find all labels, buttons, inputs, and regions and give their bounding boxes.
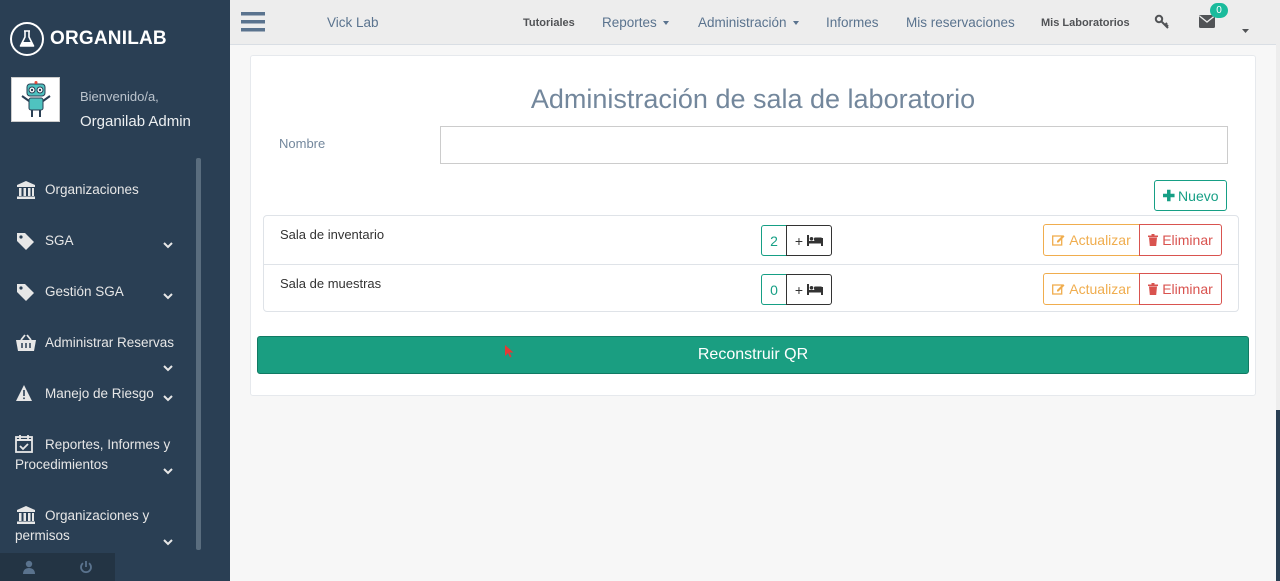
edit-icon — [1052, 235, 1065, 246]
nav-administracion[interactable]: Administración — [698, 15, 799, 30]
institution-icon — [15, 180, 37, 200]
chevron-down-icon — [163, 361, 173, 372]
add-bed-button[interactable]: + — [786, 225, 832, 256]
nav-informes[interactable]: Informes — [826, 15, 879, 30]
window-edge-top — [1276, 0, 1280, 410]
sidebar: ORGANILAB Bienvenido/a, Organilab Admin … — [0, 0, 230, 581]
delete-button[interactable]: Eliminar — [1139, 273, 1222, 305]
plus-icon: ✚ — [1162, 187, 1176, 205]
flask-icon — [10, 21, 44, 56]
sidebar-item-label: SGA — [45, 233, 74, 248]
room-count[interactable]: 2 — [761, 225, 787, 256]
tags-icon — [15, 231, 37, 251]
caret-down-icon — [662, 21, 669, 26]
sidebar-item-organizaciones-permisos[interactable]: Organizaciones y permisos — [0, 506, 190, 550]
power-icon[interactable] — [57, 553, 114, 581]
new-button[interactable]: ✚ Nuevo — [1154, 180, 1227, 211]
sidebar-item-manejo-riesgo[interactable]: Manejo de Riesgo — [0, 384, 190, 408]
sidebar-item-label: Organizaciones y permisos — [15, 508, 150, 543]
sidebar-item-administrar-reservas[interactable]: Administrar Reservas — [0, 333, 190, 373]
trash-icon — [1148, 234, 1159, 246]
sidebar-item-organizaciones[interactable]: Organizaciones — [0, 180, 190, 204]
messages-badge: 0 — [1210, 3, 1228, 18]
bed-icon — [807, 284, 824, 295]
nav-tutoriales[interactable]: Tutoriales — [523, 17, 575, 29]
name-input[interactable] — [440, 126, 1228, 164]
update-button[interactable]: Actualizar — [1043, 224, 1140, 256]
sidebar-scrollbar[interactable] — [196, 158, 201, 550]
update-button[interactable]: Actualizar — [1043, 273, 1140, 305]
robot-avatar — [11, 77, 60, 122]
sidebar-item-label: Manejo de Riesgo — [45, 386, 154, 401]
delete-label: Eliminar — [1162, 281, 1213, 297]
top-navbar: Vick Lab Tutoriales Reportes Administrac… — [230, 0, 1276, 45]
list-item: Sala de inventario 2 + Actualizar Elimin… — [264, 216, 1238, 264]
nav-reportes-label: Reportes — [602, 15, 657, 30]
brand[interactable]: ORGANILAB — [0, 0, 230, 77]
chevron-down-icon — [163, 391, 173, 402]
room-name: Sala de muestras — [280, 276, 382, 291]
sidebar-item-label: Gestión SGA — [45, 284, 124, 299]
envelope-icon[interactable] — [1199, 15, 1215, 33]
edit-icon — [1052, 284, 1065, 295]
add-label: + — [794, 232, 804, 249]
profile: Bienvenido/a, Organilab Admin — [11, 77, 191, 130]
main-panel: Administración de sala de laboratorio No… — [250, 55, 1256, 396]
brand-title: ORGANILAB — [50, 27, 167, 49]
room-list: Sala de inventario 2 + Actualizar Elimin… — [263, 215, 1239, 312]
caret-down-icon[interactable] — [1242, 20, 1249, 38]
mouse-cursor-icon — [505, 345, 514, 363]
chevron-down-icon — [163, 238, 173, 249]
chevron-down-icon — [163, 535, 173, 546]
trash-icon — [1148, 283, 1159, 295]
chevron-down-icon — [163, 464, 173, 475]
delete-button[interactable]: Eliminar — [1139, 224, 1222, 256]
nav-mis-reservaciones[interactable]: Mis reservaciones — [906, 15, 1015, 30]
nav-reportes[interactable]: Reportes — [602, 15, 669, 30]
lab-name[interactable]: Vick Lab — [327, 15, 379, 30]
key-icon[interactable] — [1154, 14, 1170, 35]
add-bed-button[interactable]: + — [786, 274, 832, 305]
room-count[interactable]: 0 — [761, 274, 787, 305]
list-item: Sala de muestras 0 + Actualizar Eliminar — [264, 264, 1238, 312]
add-label: + — [794, 281, 804, 298]
sidebar-item-label: Organizaciones — [45, 182, 139, 197]
sidebar-item-label: Reportes, Informes y Procedimientos — [15, 437, 171, 472]
nav-mis-laboratorios[interactable]: Mis Laboratorios — [1041, 17, 1130, 29]
caret-down-icon — [792, 21, 799, 26]
basket-icon — [15, 333, 37, 353]
name-label: Nombre — [279, 136, 326, 151]
sidebar-item-reportes[interactable]: Reportes, Informes y Procedimientos — [0, 435, 190, 479]
bed-icon — [807, 235, 824, 246]
nav-administracion-label: Administración — [698, 15, 787, 30]
page-title: Administración de sala de laboratorio — [530, 84, 976, 114]
room-name: Sala de inventario — [280, 227, 385, 242]
chevron-down-icon — [163, 289, 173, 300]
delete-label: Eliminar — [1162, 232, 1213, 248]
warning-icon — [15, 384, 37, 404]
tags-icon — [15, 282, 37, 302]
sidebar-item-sga[interactable]: SGA — [0, 231, 190, 255]
sidebar-item-gestion-sga[interactable]: Gestión SGA — [0, 282, 190, 306]
welcome-text: Bienvenido/a, — [80, 89, 159, 104]
rebuild-qr-button[interactable]: Reconstruir QR — [257, 336, 1249, 374]
sidebar-footer — [0, 553, 115, 581]
new-button-label: Nuevo — [1178, 187, 1219, 204]
user-icon[interactable] — [0, 553, 57, 581]
menu-toggle-icon[interactable] — [241, 11, 265, 33]
user-name: Organilab Admin — [80, 113, 191, 130]
sidebar-item-label: Administrar Reservas — [45, 335, 175, 350]
update-label: Actualizar — [1069, 281, 1131, 297]
update-label: Actualizar — [1069, 232, 1131, 248]
